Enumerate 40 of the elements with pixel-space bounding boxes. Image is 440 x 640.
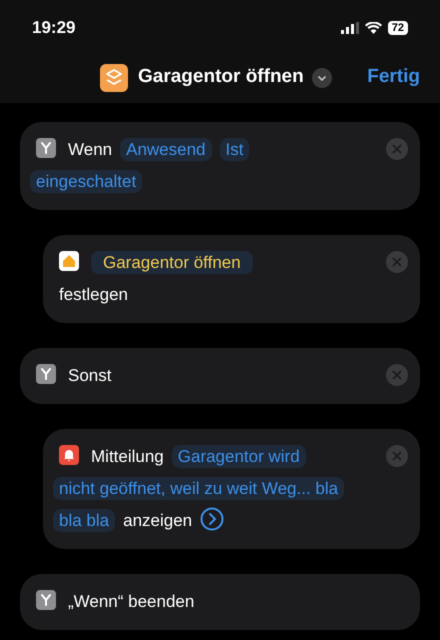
action-label: festlegen (59, 285, 128, 304)
remove-button[interactable] (386, 251, 408, 273)
action-label: „Wenn“ beenden (68, 592, 194, 611)
close-icon (392, 257, 402, 267)
parameter-token[interactable]: bla bla (53, 509, 116, 532)
remove-button[interactable] (386, 364, 408, 386)
battery-indicator: 72 (388, 21, 408, 35)
action-label: Sonst (68, 366, 112, 385)
action-card[interactable]: Mitteilung Garagentor wird nicht geöffnet, weil zu weit Weg... bla bla bla anzeigen (43, 429, 420, 549)
wifi-icon (364, 22, 382, 34)
chevron-down-icon[interactable] (312, 68, 332, 88)
action-card[interactable]: Sonst (20, 348, 420, 404)
parameter-token[interactable]: Garagentor wird (172, 445, 306, 468)
scene-token[interactable]: Garagentor öffnen (91, 251, 253, 274)
parameter-token[interactable]: Ist (220, 138, 250, 161)
layers-icon[interactable] (100, 64, 128, 92)
remove-button[interactable] (386, 445, 408, 467)
action-card[interactable]: Wenn Anwesend Ist eingeschaltet (20, 122, 420, 210)
signal-icon (340, 22, 359, 34)
branch-icon (36, 364, 56, 384)
branch-icon (36, 138, 56, 158)
action-label: Mitteilung (91, 447, 164, 466)
close-icon (392, 144, 402, 154)
status-time: 19:29 (32, 17, 76, 40)
action-label: Wenn (68, 140, 112, 159)
shortcut-title[interactable]: Garagentor öffnen (138, 63, 304, 92)
done-button[interactable]: Fertig (367, 63, 420, 92)
parameter-token[interactable]: eingeschaltet (30, 170, 142, 193)
close-icon (392, 370, 402, 380)
house-icon (59, 251, 79, 271)
action-card[interactable]: „Wenn“ beenden (20, 574, 420, 630)
action-label: anzeigen (123, 511, 192, 530)
bell-icon (59, 445, 79, 465)
parameter-token[interactable]: nicht geöffnet, weil zu weit Weg... bla (53, 477, 344, 500)
remove-button[interactable] (386, 138, 408, 160)
expand-chevron-icon[interactable] (200, 507, 224, 531)
action-card[interactable]: Garagentor öffnen festlegen (43, 235, 420, 323)
parameter-token[interactable]: Anwesend (120, 138, 212, 161)
close-icon (392, 451, 402, 461)
branch-icon (36, 590, 56, 610)
